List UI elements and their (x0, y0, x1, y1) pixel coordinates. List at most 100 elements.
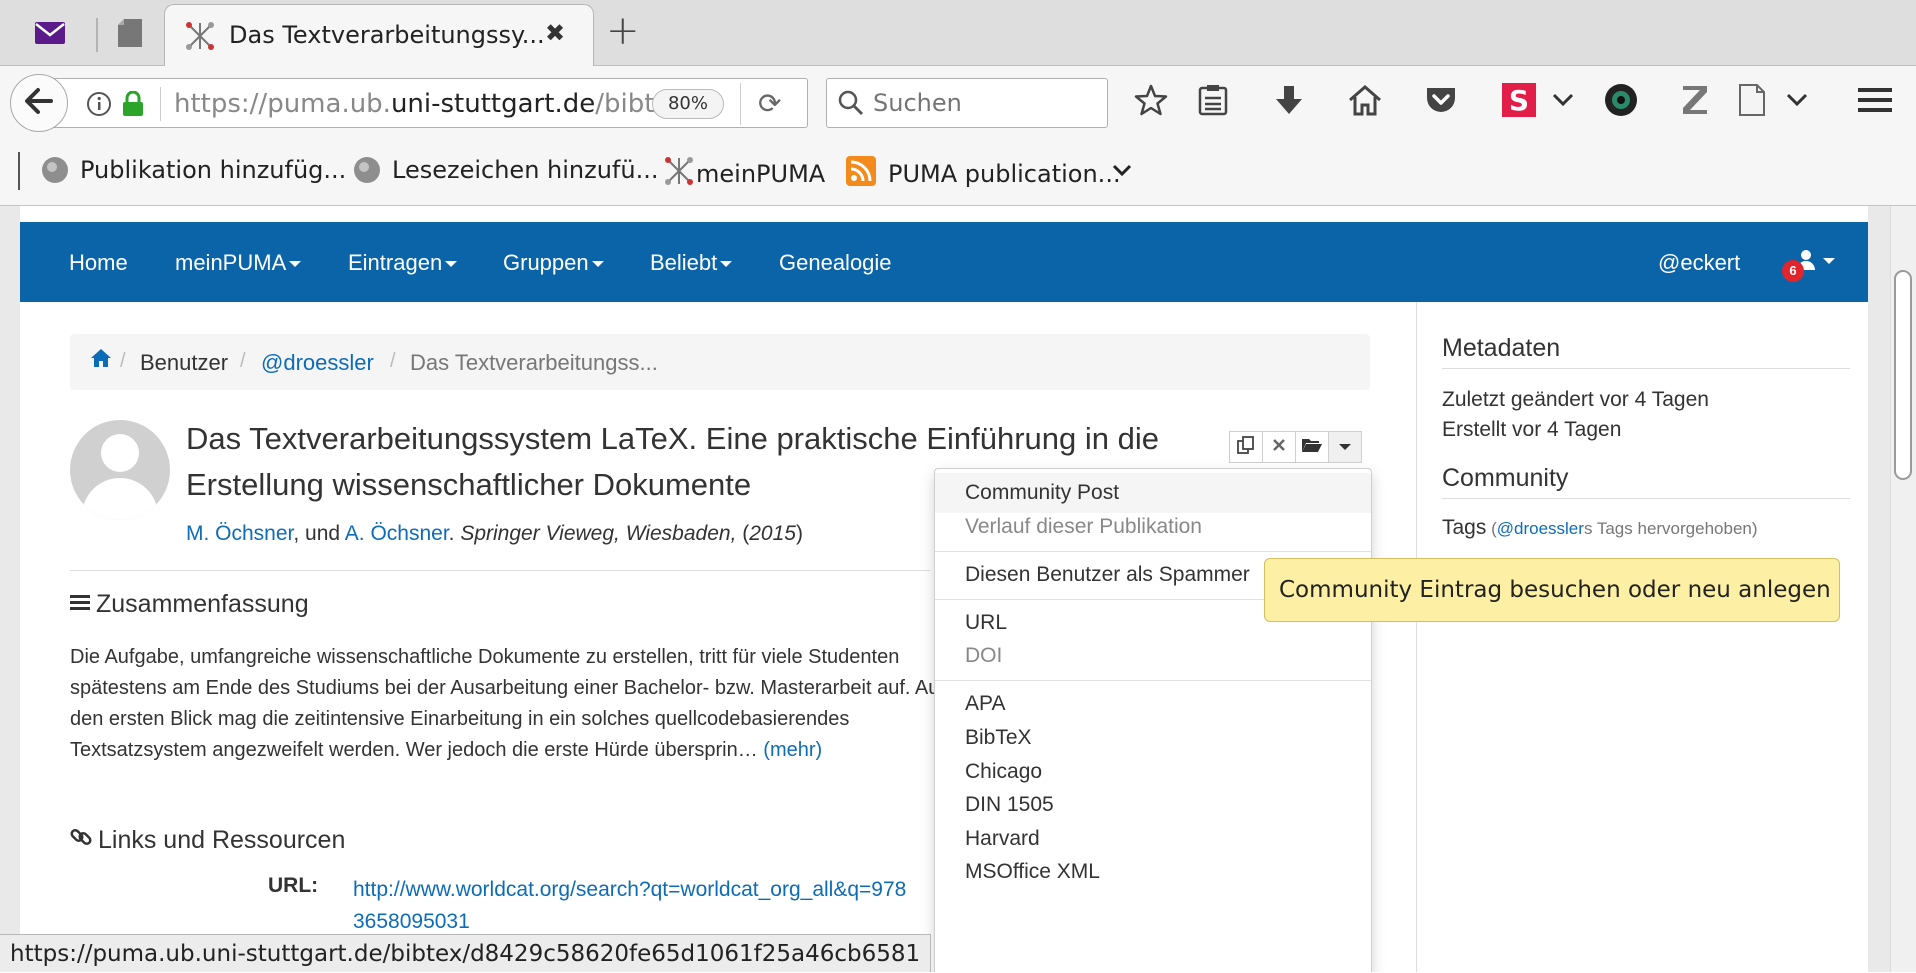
back-arrow-icon (24, 87, 54, 119)
more-actions-dropdown-button[interactable] (1328, 431, 1362, 463)
url-domain: uni-stuttgart.de (390, 89, 596, 119)
reload-icon[interactable]: ⟳ (758, 87, 781, 120)
chevron-down-icon[interactable] (1786, 80, 1808, 120)
caret-down-icon (1339, 444, 1351, 450)
chevron-down-icon[interactable] (1552, 80, 1574, 120)
sidebar-rule (1442, 498, 1850, 499)
home-icon[interactable] (1348, 80, 1382, 120)
caret-down-icon (720, 261, 733, 268)
tab-active[interactable]: Das Textverarbeitungssy... ✖ (164, 4, 594, 67)
tab-close-icon[interactable]: ✖ (545, 19, 565, 47)
nav-genealogie[interactable]: Genealogie (779, 250, 892, 276)
zotero-icon[interactable] (1680, 80, 1710, 120)
nav-meinpuma[interactable]: meinPUMA (175, 250, 302, 276)
copy-button[interactable] (1229, 431, 1263, 463)
bookmark-item[interactable]: PUMA publication... (846, 156, 1121, 192)
zoom-indicator[interactable]: 80% (652, 89, 724, 119)
bookmarks-separator (18, 152, 20, 190)
reading-list-icon[interactable] (1198, 80, 1228, 120)
breadcrumb-separator: / (240, 350, 246, 372)
nav-meinpuma-label: meinPUMA (175, 250, 287, 275)
breadcrumb-separator: / (390, 350, 396, 372)
svg-text:S: S (1509, 84, 1529, 117)
tooltip: Community Eintrag besuchen oder neu anle… (1264, 558, 1840, 622)
menu-item-msoffice-xml[interactable]: MSOffice XML (935, 852, 1371, 892)
user-menu-dropdown[interactable]: 6 (1782, 244, 1835, 284)
bookmark-item[interactable]: Lesezeichen hinzufü... (354, 156, 658, 184)
publisher: Springer Vieweg, Wiesbaden, (460, 522, 737, 545)
nav-eintragen[interactable]: Eintragen (348, 250, 458, 276)
folder-button[interactable] (1295, 431, 1329, 463)
year: 2015 (749, 522, 796, 545)
post-action-group (1229, 431, 1362, 463)
info-icon[interactable] (86, 91, 112, 121)
breadcrumb-user-link[interactable]: @droessler (261, 350, 374, 376)
puma-favicon-icon (185, 21, 215, 55)
nav-user-link[interactable]: @eckert (1658, 250, 1740, 276)
notification-badge: 6 (1782, 260, 1804, 282)
url-prefix: https://puma.ub. (174, 89, 391, 119)
post-actions-menu: Community Post Verlauf dieser Publikatio… (934, 468, 1372, 972)
caret-down-icon (1823, 258, 1835, 264)
navigation-toolbar: https://puma.ub.uni-stuttgart.de/bibte 8… (0, 66, 1916, 134)
author-link[interactable]: A. Öchsner (345, 522, 449, 545)
rss-icon (846, 156, 876, 192)
bookmark-label: meinPUMA (696, 160, 826, 188)
bookmark-item[interactable]: Publikation hinzufüg... (42, 156, 346, 184)
avatar[interactable] (70, 420, 170, 520)
period: . (448, 522, 461, 545)
hamburger-menu-icon[interactable] (1858, 80, 1892, 120)
url-text[interactable]: https://puma.ub.uni-stuttgart.de/bibte (174, 89, 658, 119)
tags-note: (@droesslers Tags hervorgehoben) (1486, 519, 1757, 538)
community-heading: Community (1442, 464, 1569, 492)
bookmark-item[interactable]: meinPUMA (664, 156, 825, 192)
home-icon[interactable] (90, 348, 112, 374)
document-icon[interactable] (1738, 80, 1766, 120)
close-icon (1272, 438, 1286, 457)
download-icon[interactable] (1274, 80, 1304, 120)
divider (70, 570, 930, 571)
links-heading-text: Links und Ressourcen (98, 826, 346, 854)
pinned-tab-mail[interactable] (20, 10, 80, 60)
copy-icon (1237, 435, 1255, 459)
pinned-tab-page[interactable] (100, 10, 160, 60)
browser-chrome: Das Textverarbeitungssy... ✖ + https://p… (0, 0, 1916, 206)
url-link[interactable]: http://www.worldcat.org/search?qt=worldc… (353, 874, 913, 938)
menu-item-history[interactable]: Verlauf dieser Publikation (935, 507, 1371, 547)
menu-item-doi[interactable]: DOI (935, 636, 1371, 676)
breadcrumb-current: Das Textverarbeitungss... (410, 350, 658, 375)
abstract-text: Die Aufgabe, umfangreiche wissenschaftli… (70, 642, 950, 766)
links-heading: Links und Ressourcen (70, 826, 345, 855)
lock-icon (122, 90, 144, 121)
url-suffix: /bibte (595, 89, 658, 119)
tags-user-link[interactable]: @droessler (1497, 519, 1584, 538)
pocket-icon[interactable] (1424, 80, 1458, 120)
scrollbar-thumb[interactable] (1894, 270, 1912, 480)
more-link[interactable]: (mehr) (763, 739, 822, 761)
sidebar-divider (1416, 302, 1417, 972)
search-input[interactable] (871, 87, 1091, 119)
bookmarks-overflow-chevron-icon[interactable] (1112, 164, 1132, 178)
extension-s-icon[interactable]: S (1502, 80, 1536, 120)
scrollbar[interactable] (1890, 206, 1916, 972)
menu-divider (935, 680, 1371, 681)
nav-beliebt[interactable]: Beliebt (650, 250, 733, 276)
tags-rest: s Tags hervorgehoben) (1583, 519, 1758, 538)
search-bar[interactable] (826, 78, 1108, 128)
avatar-body (82, 478, 158, 520)
sidebar-rule (1442, 368, 1850, 369)
new-tab-button[interactable]: + (606, 8, 640, 54)
nav-gruppen[interactable]: Gruppen (503, 250, 604, 276)
globe-icon (42, 157, 68, 183)
delete-button[interactable] (1262, 431, 1296, 463)
puma-favicon-icon (664, 156, 694, 192)
nav-home[interactable]: Home (69, 250, 128, 276)
back-button[interactable] (10, 74, 68, 132)
camera-lens-icon[interactable] (1604, 80, 1638, 120)
url-bar[interactable]: https://puma.ub.uni-stuttgart.de/bibte 8… (52, 78, 808, 128)
bookmark-star-icon[interactable] (1134, 80, 1168, 120)
url-label: URL: (268, 874, 319, 897)
url-separator (160, 87, 161, 121)
bookmark-label: Publikation hinzufüg... (80, 156, 347, 184)
author-link[interactable]: M. Öchsner (186, 522, 293, 545)
